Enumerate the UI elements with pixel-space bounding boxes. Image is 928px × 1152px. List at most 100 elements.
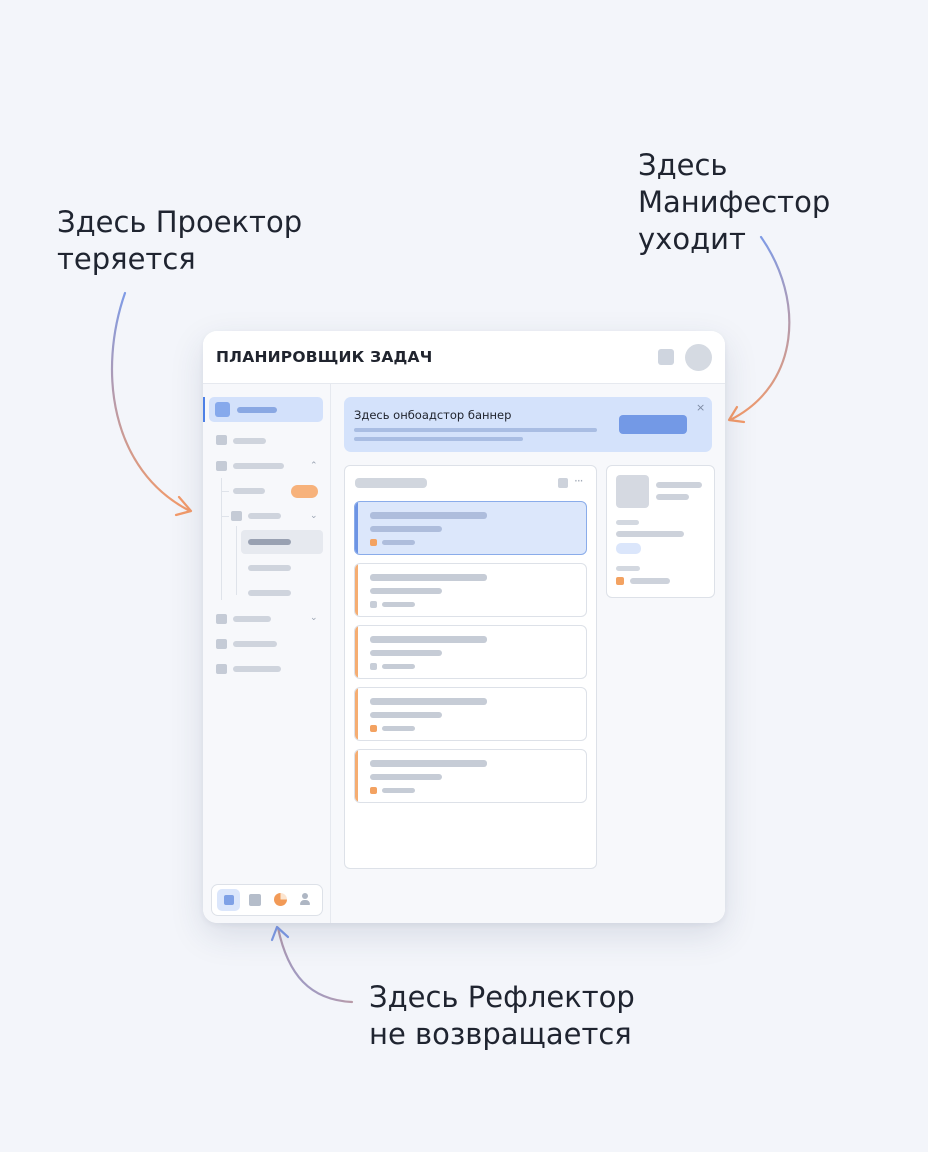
tree-branch — [221, 516, 229, 517]
task-card-subtitle — [370, 526, 442, 532]
task-card-subtitle — [370, 774, 442, 780]
calendar-icon — [216, 614, 227, 624]
task-detail-panel — [606, 465, 715, 598]
user-icon-head — [302, 893, 308, 899]
onboarding-banner: Здесь онбоадстор баннер × — [344, 397, 712, 452]
main-area: Здесь онбоадстор баннер × ··· — [331, 384, 725, 923]
home-icon — [224, 895, 234, 905]
priority-tag — [370, 539, 377, 546]
chevron-down-icon[interactable]: ⌄ — [310, 511, 318, 521]
task-card[interactable] — [354, 687, 587, 741]
callout-bottom-line2: не возвращается — [369, 1017, 632, 1051]
arrow-left — [110, 291, 193, 517]
callout-right-line3: уходит — [638, 222, 746, 256]
priority-tag — [370, 601, 377, 608]
banner-text-line — [354, 437, 523, 441]
list-icon — [216, 461, 227, 471]
task-card[interactable] — [354, 563, 587, 617]
settings-icon — [216, 664, 227, 674]
sidebar-item-home[interactable] — [233, 438, 266, 444]
task-card-edge — [355, 626, 358, 678]
detail-label — [616, 566, 640, 571]
user-icon[interactable] — [299, 892, 311, 906]
task-card-title — [370, 760, 487, 767]
pie-chart-icon[interactable] — [274, 893, 287, 906]
callout-right-line1: Здесь — [638, 148, 728, 182]
detail-value — [630, 578, 670, 584]
task-card-edge — [355, 564, 358, 616]
priority-tag — [370, 725, 377, 732]
priority-tag — [370, 663, 377, 670]
detail-title-line — [656, 482, 702, 488]
banner-text-line — [354, 428, 597, 432]
sidebar-subitem-2[interactable] — [248, 565, 291, 571]
callout-right: Здесь Манифестор уходит — [638, 147, 830, 258]
chevron-down-icon[interactable]: ⌄ — [310, 613, 318, 623]
task-card[interactable] — [354, 625, 587, 679]
app-title: ПЛАНИРОВЩИК ЗАДАЧ — [216, 348, 433, 366]
banner-action-button[interactable] — [619, 415, 687, 434]
avatar[interactable] — [685, 344, 712, 371]
callout-bottom-line1: Здесь Рефлектор — [369, 980, 635, 1014]
task-card-title — [370, 574, 487, 581]
task-card-subtitle — [370, 650, 442, 656]
task-card-edge — [355, 750, 358, 802]
priority-tag — [370, 787, 377, 794]
task-card-meta — [382, 788, 415, 793]
task-card[interactable] — [354, 501, 587, 555]
home-icon — [216, 435, 227, 445]
task-card-meta — [382, 602, 415, 607]
task-list-header — [355, 478, 427, 488]
sidebar-subitem-3[interactable] — [248, 590, 291, 596]
task-card-edge — [355, 502, 358, 554]
priority-tag — [616, 577, 624, 585]
task-list-panel: ··· — [344, 465, 597, 869]
tree-branch — [221, 491, 229, 492]
tree-line — [221, 478, 222, 600]
user-icon-body — [300, 900, 310, 905]
sidebar-item-calendar[interactable] — [233, 616, 271, 622]
sidebar-item-reports[interactable] — [233, 641, 277, 647]
sidebar-item-active-label — [237, 407, 277, 413]
detail-subtitle-line — [656, 494, 689, 500]
active-indicator — [203, 397, 205, 422]
task-card-subtitle — [370, 588, 442, 594]
arrow-bottom — [270, 925, 354, 1004]
task-card-meta — [382, 664, 415, 669]
sidebar-subitem-1[interactable] — [233, 488, 265, 494]
callout-left-line2: теряется — [57, 242, 196, 276]
arrow-right — [727, 235, 791, 424]
task-thumbnail — [616, 475, 649, 508]
filter-icon[interactable] — [558, 478, 568, 488]
task-card-title — [370, 636, 487, 643]
task-card-subtitle — [370, 712, 442, 718]
callout-bottom: Здесь Рефлектор не возвращается — [369, 979, 635, 1053]
reports-icon — [216, 639, 227, 649]
tree-line — [236, 526, 237, 595]
more-icon[interactable]: ··· — [574, 474, 584, 488]
sidebar-item-settings[interactable] — [233, 666, 281, 672]
task-card[interactable] — [354, 749, 587, 803]
detail-value — [616, 531, 684, 537]
task-card-meta — [382, 540, 415, 545]
task-card-edge — [355, 688, 358, 740]
task-card-title — [370, 512, 487, 519]
sidebar-item-projects[interactable] — [233, 463, 284, 469]
banner-title: Здесь онбоадстор баннер — [354, 408, 512, 422]
task-card-meta — [382, 726, 415, 731]
chevron-up-icon[interactable]: ⌃ — [310, 461, 318, 471]
callout-left-line1: Здесь Проектор — [57, 205, 303, 239]
folder-icon — [231, 511, 242, 521]
grid-icon[interactable] — [249, 894, 261, 906]
close-icon[interactable]: × — [696, 402, 705, 414]
workspace-icon — [215, 402, 230, 417]
sidebar-folder[interactable] — [248, 513, 281, 519]
count-badge — [291, 485, 318, 498]
notifications-button[interactable] — [658, 349, 674, 365]
bottom-nav — [211, 884, 323, 916]
app-window: ПЛАНИРОВЩИК ЗАДАЧ ⌃ ⌄ ⌄ Здесь онбоадстор… — [203, 331, 725, 923]
status-badge — [616, 543, 641, 554]
callout-right-line2: Манифестор — [638, 185, 831, 219]
detail-label — [616, 520, 639, 525]
task-card-title — [370, 698, 487, 705]
